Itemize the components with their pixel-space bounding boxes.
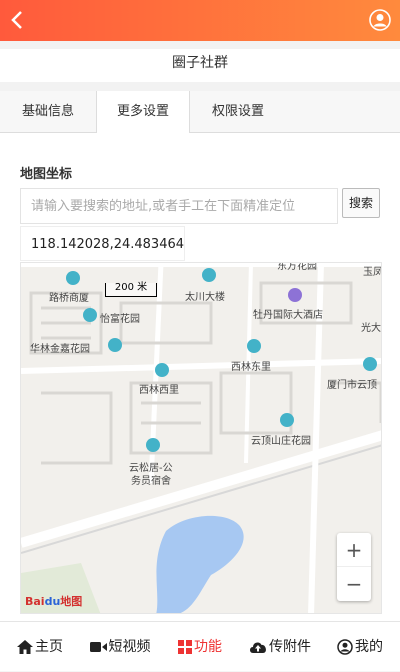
poi-label: 怡富花园 [100,314,140,325]
map-coordinate-label: 地图坐标 [20,167,73,182]
top-header [0,0,400,41]
zoom-in-button[interactable]: + [337,533,371,567]
search-button[interactable]: 搜索 [342,188,380,218]
nav-mine[interactable]: 我的 [320,622,400,672]
poi-label: 厦门市云顶 [327,380,377,391]
settings-form: 地图坐标 搜索 118.142028,24.483464 [0,133,400,621]
video-icon [89,642,107,652]
building-icon [280,413,294,427]
nav-short-video[interactable]: 短视频 [80,622,160,672]
building-icon [108,338,122,352]
poi-label: 太川大楼 [185,292,225,303]
map-view[interactable]: 200 米 路桥商厦 太川大楼 怡富花园 牡丹国际大酒店 华林金嘉花园 西林东里… [20,262,382,614]
map-scale: 200 米 [105,283,157,297]
zoom-out-button[interactable]: − [337,567,371,601]
poi-label: 玉凤 [363,267,382,278]
building-icon [66,271,80,285]
coordinate-field[interactable]: 118.142028,24.483464 [20,226,185,261]
poi-label: 牡丹国际大酒店 [253,310,323,321]
poi-label: 光大 [361,323,381,334]
cloud-upload-icon [250,642,266,653]
building-icon [247,339,261,353]
nav-upload-attachment[interactable]: 传附件 [240,622,320,672]
bottom-nav: 主页 短视频 功能 传附件 我的 [0,621,400,671]
tab-more-settings[interactable]: 更多设置 [96,91,190,134]
address-search-input[interactable] [20,188,338,224]
user-icon [337,639,353,655]
hotel-icon [288,288,302,302]
pin-icon [363,357,377,371]
building-icon [146,438,160,452]
poi-label: 西林东里 [231,362,271,373]
tab-basic-info[interactable]: 基础信息 [0,91,96,133]
nav-home[interactable]: 主页 [0,622,80,672]
building-icon [155,363,169,377]
building-icon [83,308,97,322]
nav-functions[interactable]: 功能 [160,622,240,672]
building-icon [202,268,216,282]
grid-icon [178,640,192,654]
home-icon [17,640,33,654]
poi-label: 东方花园 [277,262,317,272]
poi-label: 务员宿舍 [131,476,171,487]
baidu-map-logo: Baidu地图 [25,595,83,608]
user-circle-icon[interactable] [369,9,391,31]
poi-label: 西林西里 [139,385,179,396]
poi-label: 云顶山庄花园 [251,436,311,447]
tab-bar: 基础信息 更多设置 权限设置 [0,91,400,134]
map-roads [21,263,381,613]
tab-permission-settings[interactable]: 权限设置 [190,91,286,133]
zoom-control: + − [337,533,371,601]
poi-label: 路桥商厦 [49,293,89,304]
page-title: 圈子社群 [0,49,400,82]
chevron-left-icon[interactable] [6,8,30,32]
poi-label: 华林金嘉花园 [30,344,90,355]
